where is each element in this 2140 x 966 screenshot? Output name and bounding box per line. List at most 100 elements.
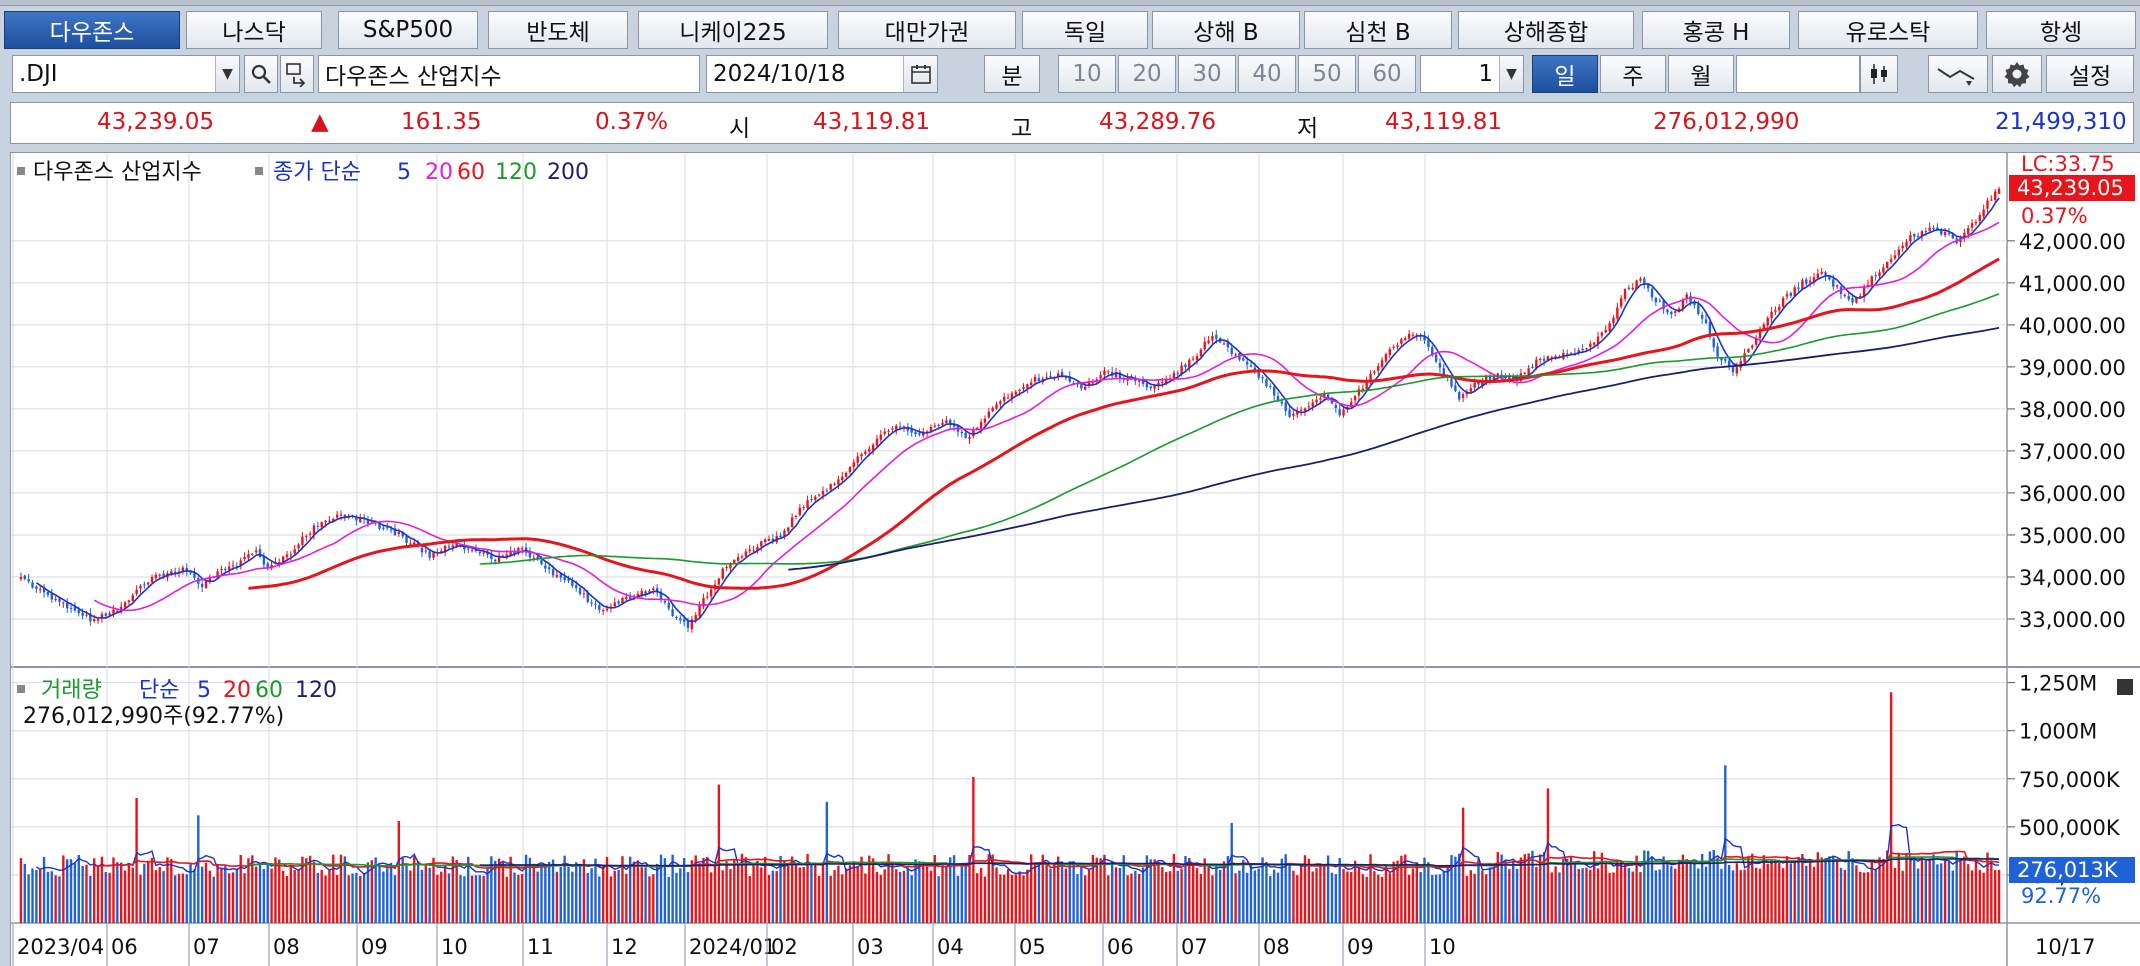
period-day-button[interactable]: 일: [1532, 55, 1598, 93]
market-tab-bar: 다우존스 나스닥 S&P500 반도체 니케이225 대만가권 독일 상해 B 심천 B 상해종합…: [0, 6, 2140, 52]
market-tab-11[interactable]: 유로스탁: [1798, 11, 1978, 49]
candle-body: [1303, 408, 1307, 411]
volume-bar: [979, 867, 983, 923]
period-month-button[interactable]: 월: [1668, 55, 1734, 93]
volume-bar: [312, 861, 316, 923]
minute-interval-button-60[interactable]: 60: [1358, 55, 1416, 93]
candle-body: [964, 432, 967, 438]
volume-bar: [1288, 863, 1291, 923]
volume-bar: [594, 858, 597, 923]
volume-bar: [501, 862, 505, 923]
volume-bar: [667, 876, 670, 923]
volume-bar: [1469, 870, 1472, 923]
empty-field[interactable]: [1736, 55, 1860, 93]
volume-bar: [1485, 874, 1488, 923]
market-tab-7[interactable]: 상해 B: [1152, 11, 1300, 49]
candle-body: [19, 576, 23, 580]
minute-interval-button-30[interactable]: 30: [1178, 55, 1236, 93]
search-button[interactable]: [244, 55, 278, 93]
count-spinner[interactable]: 1 ▼: [1420, 55, 1524, 93]
last-pct-label: 0.37%: [2021, 204, 2088, 228]
volume-bar: [1781, 868, 1785, 923]
minute-interval-button-20[interactable]: 20: [1118, 55, 1176, 93]
volume-bar: [1022, 875, 1025, 923]
candle-body: [1230, 347, 1233, 355]
volume-bar: [393, 875, 397, 923]
volume-bar: [1554, 866, 1557, 923]
candle-body: [308, 533, 312, 535]
volume-bar: [729, 869, 732, 923]
volume-bar: [1377, 874, 1380, 923]
volume-bar: [833, 870, 836, 923]
volume-bar: [119, 862, 123, 923]
market-tab-4[interactable]: 니케이225: [638, 11, 828, 49]
volume-bar: [648, 876, 651, 923]
settings-gear-button[interactable]: [1992, 55, 2042, 93]
volume-bar: [775, 871, 778, 923]
market-tab-9[interactable]: 상해종합: [1458, 11, 1634, 49]
symbol-combobox[interactable]: .DJI ▼: [12, 55, 240, 93]
market-tab-12[interactable]: 항셍: [1986, 11, 2136, 49]
volume-bar: [1176, 870, 1179, 923]
volume-bar: [787, 864, 790, 923]
candle-body: [96, 618, 100, 621]
volume-bar: [817, 875, 821, 923]
market-tab-0[interactable]: 다우존스: [4, 11, 180, 49]
market-tab-6[interactable]: 독일: [1022, 11, 1148, 49]
minute-interval-button-50[interactable]: 50: [1298, 55, 1356, 93]
volume-bar: [644, 867, 647, 923]
candle-body: [1967, 228, 1970, 235]
chart-controls: .DJI ▼ 다우존스 산업지수 2024/10/18 분 10 20 30 40 50…: [0, 52, 2140, 96]
market-tab-2[interactable]: S&P500: [338, 11, 478, 49]
volume-bar: [1654, 870, 1658, 923]
volume-bar: [1573, 863, 1577, 923]
chevron-down-icon[interactable]: ▼: [215, 56, 239, 92]
volume-tick-label: 500,000K: [2019, 816, 2121, 840]
market-tab-5[interactable]: 대만가권: [838, 11, 1016, 49]
candle-body: [1384, 354, 1388, 362]
settings-button[interactable]: 설정: [2046, 55, 2134, 93]
volume-bar: [1562, 858, 1565, 923]
change-value: 161.35: [401, 109, 482, 135]
price-volume-chart[interactable]: 2023/04 06 07 08 09 10 11 12 2024/0102 03 04 05 06 07…: [11, 153, 2140, 966]
volume-bar: [1770, 859, 1773, 923]
chart-area[interactable]: 2023/04 06 07 08 09 10 11 12 2024/01 02 03 04 05 06 07…: [10, 152, 2140, 966]
volume-bar: [104, 872, 107, 923]
candle-body: [1396, 345, 1399, 347]
candle-body: [1735, 367, 1739, 374]
price-tick-label: 42,000.00: [2019, 230, 2126, 254]
volume-bar: [1465, 875, 1469, 923]
market-tab-3[interactable]: 반도체: [488, 11, 628, 49]
minute-unit-button[interactable]: 분: [984, 55, 1040, 93]
candle-body: [31, 582, 34, 588]
calendar-icon[interactable]: [903, 56, 937, 92]
volume-bar: [1072, 861, 1075, 923]
right-value: 21,499,310: [1995, 109, 2127, 135]
volume-bar: [1862, 872, 1866, 923]
minute-interval-button-10[interactable]: 10: [1058, 55, 1116, 93]
volume-bar: [1889, 692, 1893, 923]
candle-body: [991, 407, 994, 412]
candle-body: [582, 593, 586, 595]
volume-bar: [1673, 868, 1677, 923]
volume-bar: [1245, 872, 1249, 923]
market-tab-10[interactable]: 홍콩 H: [1642, 11, 1790, 49]
date-field[interactable]: 2024/10/18: [706, 55, 938, 93]
volume-bar: [960, 864, 963, 923]
count-value: 1: [1478, 61, 1493, 87]
market-tab-8[interactable]: 심천 B: [1304, 11, 1452, 49]
chart-tools-button[interactable]: [1928, 55, 1988, 93]
candle-body: [1670, 311, 1673, 315]
candle-body: [1893, 255, 1897, 259]
chevron-down-icon[interactable]: ▼: [1499, 56, 1523, 92]
period-week-button[interactable]: 주: [1600, 55, 1666, 93]
volume-bar: [548, 861, 551, 923]
volume-bar: [829, 875, 832, 923]
candle-body: [1643, 278, 1646, 285]
candle-body: [320, 522, 323, 528]
candle-type-button[interactable]: [1860, 55, 1898, 93]
market-tab-1[interactable]: 나스닥: [186, 11, 322, 49]
link-button[interactable]: [280, 55, 314, 93]
volume-bar: [146, 861, 150, 923]
minute-interval-button-40[interactable]: 40: [1238, 55, 1296, 93]
